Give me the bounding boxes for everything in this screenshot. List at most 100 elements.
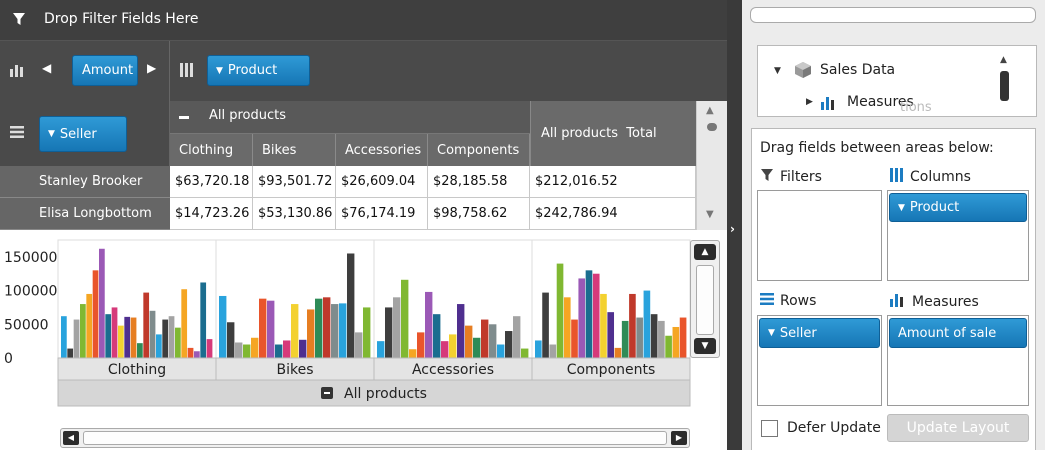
bar: [181, 289, 188, 358]
grand-total-label: All products Total: [541, 126, 657, 141]
column-header-accessories[interactable]: Accessories: [336, 134, 428, 166]
bar: [457, 304, 465, 358]
bar: [315, 298, 323, 358]
tree-root-label[interactable]: Sales Data: [820, 62, 895, 78]
scroll-down-button[interactable]: ▼: [694, 338, 716, 354]
bar: [636, 317, 643, 358]
bar: [80, 304, 86, 358]
chevron-right-icon[interactable]: ›: [730, 222, 735, 236]
row-header-elisa[interactable]: Elisa Longbottom: [0, 198, 170, 230]
measures-label: Measures: [912, 294, 979, 310]
bar: [585, 270, 593, 358]
bar: [187, 347, 194, 358]
bar: [347, 253, 355, 358]
rows-field-label: Seller: [779, 325, 817, 341]
collapse-icon[interactable]: [179, 116, 189, 119]
grid-vertical-scrollbar[interactable]: ▲ ▼: [696, 101, 727, 230]
bar: [251, 337, 259, 358]
filters-drop-area[interactable]: [757, 190, 882, 281]
scroll-up-icon[interactable]: ▲: [706, 105, 714, 116]
bar: [156, 334, 162, 358]
row-field-label: Seller: [59, 126, 97, 142]
chart-horizontal-scrollbar[interactable]: ◀ ▶: [60, 428, 690, 448]
bar: [621, 320, 629, 358]
search-input[interactable]: [750, 7, 1036, 23]
column-header-components[interactable]: Components: [428, 134, 530, 166]
rows-label: Rows: [780, 293, 817, 309]
scroll-thumb[interactable]: [83, 431, 667, 445]
bar: [259, 298, 267, 358]
row-header-label: Elisa Longbottom: [39, 206, 152, 221]
row-field-seller-button[interactable]: ▼ Seller: [39, 116, 127, 152]
defer-update-label: Defer Update: [787, 420, 881, 436]
table-cell: $14,723.26: [170, 198, 253, 230]
scroll-up-icon[interactable]: ▲: [1000, 55, 1007, 65]
column-header-clothing[interactable]: Clothing: [170, 134, 253, 166]
bar: [385, 307, 393, 358]
field-tree: ▼ Sales Data ▶ Measures tions ▲: [757, 45, 1037, 117]
column-field-product-button[interactable]: ▼ Product: [207, 55, 310, 86]
bar-chart: 150000 100000 50000 0 Clothing Bikes Accessori…: [4, 239, 691, 407]
bar: [162, 319, 169, 358]
bar: [449, 334, 457, 358]
y-tick-label: 0: [4, 351, 13, 367]
group-label: All products: [344, 386, 427, 402]
tree-scrollbar[interactable]: ▲: [997, 55, 1013, 107]
scroll-down-icon[interactable]: ▼: [706, 209, 714, 220]
measure-button[interactable]: Amount: [72, 55, 138, 86]
table-cell: $98,758.62: [428, 198, 530, 230]
column-field-label: Product: [227, 63, 278, 78]
bar: [175, 327, 181, 358]
scroll-thumb[interactable]: [1000, 71, 1009, 101]
bar: [235, 342, 243, 358]
table-cell: $26,609.04: [336, 166, 428, 198]
defer-update-checkbox[interactable]: [761, 420, 778, 437]
measure-prev-arrow[interactable]: ◀: [42, 61, 51, 75]
rows-field-seller[interactable]: ▼ Seller: [759, 318, 880, 348]
bar: [291, 304, 299, 358]
bar: [227, 322, 235, 358]
measure-label: Amount: [82, 63, 134, 78]
expand-right-icon[interactable]: ▶: [806, 97, 813, 107]
columns-field-product[interactable]: ▼ Product: [889, 193, 1027, 222]
row-header-stanley[interactable]: Stanley Brooker: [0, 166, 170, 198]
bar: [200, 282, 207, 358]
bar: [331, 304, 339, 358]
chart-vertical-scrollbar[interactable]: ▲ ▼: [690, 240, 720, 358]
scroll-left-button[interactable]: ◀: [63, 431, 79, 445]
scroll-thumb[interactable]: [696, 265, 714, 335]
bar: [513, 316, 521, 358]
measures-icon: [821, 96, 837, 114]
expand-down-icon[interactable]: ▼: [774, 66, 781, 76]
measures-field-label: Amount of sale: [898, 325, 997, 341]
bar: [401, 279, 409, 358]
bar: [99, 248, 105, 358]
column-header-bikes[interactable]: Bikes: [253, 134, 336, 166]
bar: [393, 297, 401, 358]
bar: [571, 319, 578, 358]
bar: [600, 293, 607, 358]
table-cell-total: $212,016.52: [530, 166, 696, 198]
filters-label: Filters: [780, 169, 822, 185]
bar: [497, 344, 505, 358]
bar: [130, 317, 137, 358]
bar: [535, 340, 542, 358]
filter-icon: [12, 12, 26, 26]
measure-next-arrow[interactable]: ▶: [147, 61, 156, 75]
bar: [417, 332, 425, 358]
y-tick-label: 100000: [4, 284, 57, 300]
scroll-right-button[interactable]: ▶: [671, 431, 687, 445]
scroll-thumb[interactable]: [707, 123, 717, 131]
update-layout-button[interactable]: Update Layout: [887, 414, 1029, 442]
filter-drop-area[interactable]: Drop Filter Fields Here: [0, 0, 727, 41]
bar: [267, 300, 275, 358]
panel-splitter[interactable]: ›: [727, 0, 742, 450]
bar: [124, 316, 131, 358]
scroll-up-button[interactable]: ▲: [694, 244, 716, 260]
filter-small-icon: ▼: [898, 202, 905, 213]
bar: [92, 270, 99, 358]
bar: [137, 343, 143, 358]
filters-section-label: Filters: [760, 168, 822, 186]
measures-field-amount[interactable]: Amount of sale: [889, 318, 1027, 348]
x-tick-label: Accessories: [412, 362, 494, 378]
